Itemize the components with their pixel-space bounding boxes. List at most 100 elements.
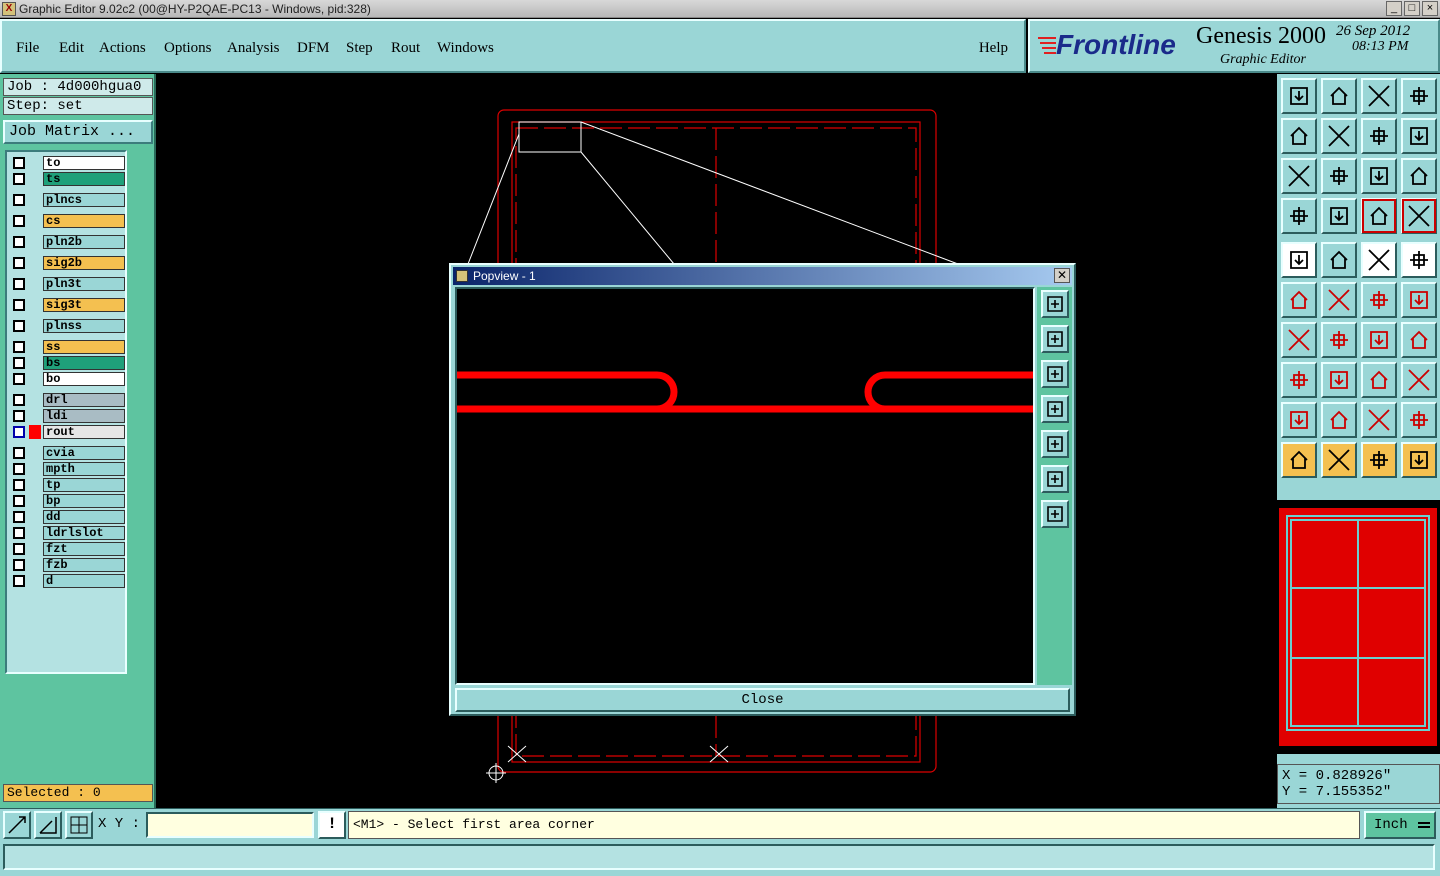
rout-b-button[interactable]: [1361, 402, 1397, 438]
layer-checkbox[interactable]: [13, 543, 25, 555]
layer-checkbox[interactable]: [13, 426, 25, 438]
layer-row-pln3t[interactable]: pln3t: [11, 277, 125, 291]
layer-checkbox[interactable]: [13, 320, 25, 332]
layer-name[interactable]: tp: [43, 478, 125, 492]
move-button[interactable]: [1361, 282, 1397, 318]
open-job-button[interactable]: [1281, 78, 1317, 114]
layer-row-mpth[interactable]: mpth: [11, 462, 125, 476]
layer-row-cs[interactable]: cs: [11, 214, 125, 228]
layer-name[interactable]: sig3t: [43, 298, 125, 312]
snap-off-button[interactable]: [1401, 198, 1437, 234]
select-poly-button[interactable]: [1361, 442, 1397, 478]
layer-checkbox[interactable]: [13, 394, 25, 406]
rout-chain-button[interactable]: [1281, 402, 1317, 438]
pv-left-button[interactable]: [1041, 395, 1069, 423]
layer-checkbox[interactable]: [13, 373, 25, 385]
window-button[interactable]: [1401, 78, 1437, 114]
xy-input[interactable]: [146, 812, 314, 838]
layer-checkbox[interactable]: [13, 463, 25, 475]
zoom-fit-button[interactable]: [1281, 158, 1317, 194]
layer-checkbox[interactable]: [13, 559, 25, 571]
layer-name[interactable]: plncs: [43, 193, 125, 207]
rout-a-button[interactable]: [1321, 402, 1357, 438]
layer-row-d[interactable]: d: [11, 574, 125, 588]
layer-checkbox[interactable]: [13, 410, 25, 422]
layer-row-ss[interactable]: ss: [11, 340, 125, 354]
layer-checkbox[interactable]: [13, 173, 25, 185]
menu-rout[interactable]: Rout: [391, 40, 420, 57]
new-feature-button[interactable]: [1281, 242, 1317, 278]
layer-checkbox[interactable]: [13, 236, 25, 248]
layer-checkbox[interactable]: [13, 341, 25, 353]
layer-row-plnss[interactable]: plnss: [11, 319, 125, 333]
delete-button[interactable]: [1321, 282, 1357, 318]
arc-button[interactable]: [1361, 322, 1397, 358]
alert-button[interactable]: !: [318, 811, 346, 839]
layer-checkbox[interactable]: [13, 194, 25, 206]
maximize-button[interactable]: □: [1404, 1, 1420, 16]
measure-mode-button[interactable]: [34, 811, 62, 839]
popview-close-button[interactable]: Close: [455, 688, 1070, 712]
select-box-button[interactable]: [1321, 442, 1357, 478]
layer-row-drl[interactable]: drl: [11, 393, 125, 407]
layer-name[interactable]: ldi: [43, 409, 125, 423]
layer-name[interactable]: bs: [43, 356, 125, 370]
prev-step-button[interactable]: [1281, 118, 1317, 154]
pad-button[interactable]: [1401, 242, 1437, 278]
menu-dfm[interactable]: DFM: [297, 40, 330, 57]
grid-mode-button[interactable]: [65, 811, 93, 839]
connect-button[interactable]: [1281, 282, 1317, 318]
menu-edit[interactable]: Edit: [59, 40, 84, 57]
next-step-button[interactable]: [1321, 118, 1357, 154]
layer-name[interactable]: ts: [43, 172, 125, 186]
layer-name[interactable]: to: [43, 156, 125, 170]
redraw-button[interactable]: [1401, 118, 1437, 154]
layer-row-bs[interactable]: bs: [11, 356, 125, 370]
layer-name[interactable]: pln3t: [43, 277, 125, 291]
grid-button[interactable]: [1321, 198, 1357, 234]
layer-name[interactable]: rout: [43, 425, 125, 439]
layer-row-pln2b[interactable]: pln2b: [11, 235, 125, 249]
pv-up-button[interactable]: [1041, 325, 1069, 353]
pv-down-button[interactable]: [1041, 360, 1069, 388]
home-button[interactable]: [1361, 78, 1397, 114]
pv-right-button[interactable]: [1041, 430, 1069, 458]
menu-windows[interactable]: Windows: [437, 40, 494, 57]
menu-options[interactable]: Options: [164, 40, 212, 57]
layer-row-tp[interactable]: tp: [11, 478, 125, 492]
pv-zoom-in-button[interactable]: [1041, 290, 1069, 318]
add-pad-button[interactable]: [1281, 362, 1317, 398]
layer-checkbox[interactable]: [13, 447, 25, 459]
layer-checkbox[interactable]: [13, 215, 25, 227]
job-matrix-button[interactable]: Job Matrix ...: [3, 120, 153, 144]
layer-name[interactable]: fzb: [43, 558, 125, 572]
menu-help[interactable]: Help: [979, 40, 1008, 57]
layer-name[interactable]: bo: [43, 372, 125, 386]
select-button[interactable]: [1281, 442, 1317, 478]
layer-row-rout[interactable]: rout: [11, 425, 125, 439]
layer-row-to[interactable]: to: [11, 156, 125, 170]
undo-view-button[interactable]: [1361, 118, 1397, 154]
layer-name[interactable]: drl: [43, 393, 125, 407]
layer-row-sig2b[interactable]: sig2b: [11, 256, 125, 270]
popview-canvas[interactable]: [453, 287, 1037, 685]
settings-button[interactable]: [1281, 198, 1317, 234]
close-window-button[interactable]: ×: [1422, 1, 1438, 16]
zoom-1-1-button[interactable]: [1361, 158, 1397, 194]
layer-row-sig3t[interactable]: sig3t: [11, 298, 125, 312]
layer-checkbox[interactable]: [13, 479, 25, 491]
layer-checkbox[interactable]: [13, 527, 25, 539]
select-route-button[interactable]: [1401, 442, 1437, 478]
minimize-button[interactable]: _: [1386, 1, 1402, 16]
snap-on-button[interactable]: [1361, 198, 1397, 234]
dimension-button[interactable]: [1361, 362, 1397, 398]
line-edit-button[interactable]: [1321, 322, 1357, 358]
layer-name[interactable]: cs: [43, 214, 125, 228]
layer-name[interactable]: plnss: [43, 319, 125, 333]
layer-name[interactable]: fzt: [43, 542, 125, 556]
ruler-button[interactable]: [1361, 242, 1397, 278]
layer-row-plncs[interactable]: plncs: [11, 193, 125, 207]
pv-center-button[interactable]: [1041, 500, 1069, 528]
layer-row-fzt[interactable]: fzt: [11, 542, 125, 556]
text-button[interactable]: [1401, 322, 1437, 358]
